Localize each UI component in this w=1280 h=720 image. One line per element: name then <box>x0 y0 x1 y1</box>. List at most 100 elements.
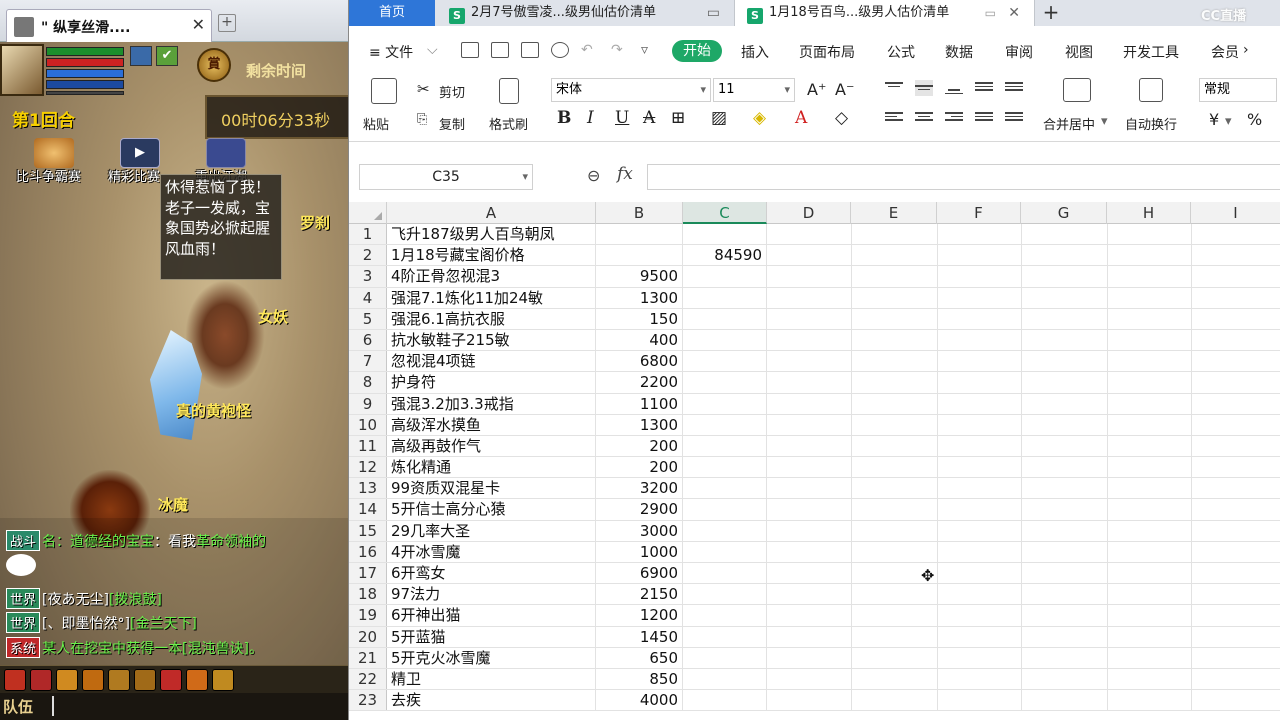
menu-dev-tools[interactable]: 开发工具 <box>1123 42 1179 62</box>
format-painter-button[interactable]: 格式刷 <box>489 114 528 133</box>
row-header[interactable]: 21 <box>349 647 387 668</box>
row-header[interactable]: 6 <box>349 329 387 351</box>
row-header[interactable]: 11 <box>349 435 387 457</box>
chat-input-caret[interactable] <box>52 696 54 716</box>
cell-price[interactable]: 9500 <box>596 266 683 287</box>
row-header[interactable]: 18 <box>349 584 387 605</box>
cell-item-name[interactable]: 高级浑水摸鱼 <box>387 414 596 435</box>
italic-button[interactable]: I <box>587 108 594 128</box>
cell-total[interactable] <box>683 287 767 308</box>
cell-price[interactable] <box>596 245 683 266</box>
row-header[interactable]: 20 <box>349 626 387 647</box>
hotbar-slot-icon[interactable] <box>160 669 182 691</box>
check-icon[interactable]: ✔ <box>156 46 178 66</box>
eraser-icon[interactable]: ◇ <box>835 108 848 128</box>
row-header[interactable]: 13 <box>349 478 387 499</box>
cell-item-name[interactable]: 1月18号藏宝阁价格 <box>387 245 596 266</box>
emoji-icon[interactable] <box>6 554 36 576</box>
cell-total[interactable] <box>683 647 767 668</box>
menu-data[interactable]: 数据 <box>945 42 973 62</box>
chevron-down-icon[interactable]: ▾ <box>1101 114 1108 129</box>
row-header[interactable]: 22 <box>349 668 387 690</box>
chat-text[interactable]: [夜あ无尘] <box>42 592 109 608</box>
row-header[interactable]: 12 <box>349 457 387 478</box>
cell-item-name[interactable]: 去疾 <box>387 690 596 711</box>
row-header[interactable]: 5 <box>349 308 387 329</box>
cell-item-name[interactable]: 护身符 <box>387 372 596 393</box>
chevron-down-icon[interactable]: ▾ <box>1225 114 1232 129</box>
cell-price[interactable]: 2200 <box>596 372 683 393</box>
grow-font-button[interactable]: A⁺ <box>807 80 826 99</box>
cell-item-name[interactable]: 99资质双混星卡 <box>387 478 596 499</box>
cell-price[interactable]: 1000 <box>596 541 683 562</box>
cell-total[interactable] <box>683 668 767 690</box>
cell-total[interactable] <box>683 351 767 372</box>
name-box[interactable]: C35 <box>359 164 533 190</box>
cell-total[interactable] <box>683 605 767 626</box>
npc-name[interactable]: 女妖 <box>258 306 288 327</box>
browser-tab[interactable]: " 纵享丝滑.... ✕ <box>6 9 212 42</box>
cell-total[interactable]: 84590 <box>683 245 767 266</box>
justify-icon[interactable] <box>975 110 993 126</box>
formula-input[interactable] <box>647 164 1280 190</box>
hotbar-slot-icon[interactable] <box>108 669 130 691</box>
copy-icon[interactable]: ⎘ <box>417 112 427 127</box>
align-middle-icon[interactable] <box>915 80 933 96</box>
align-top-icon[interactable] <box>885 80 903 96</box>
chat-highlight[interactable]: [拨浪鼓] <box>109 592 162 608</box>
cell-item-name[interactable]: 4开冰雪魔 <box>387 541 596 562</box>
column-header[interactable]: I <box>1191 202 1280 224</box>
hotbar-slot-icon[interactable] <box>212 669 234 691</box>
percent-button[interactable]: % <box>1247 110 1262 129</box>
cell-item-name[interactable]: 精卫 <box>387 668 596 690</box>
cell-item-name[interactable]: 97法力 <box>387 584 596 605</box>
cell-item-name[interactable]: 强混6.1高抗衣服 <box>387 308 596 329</box>
row-header[interactable]: 15 <box>349 520 387 541</box>
row-header[interactable]: 8 <box>349 372 387 393</box>
cell-price[interactable]: 1450 <box>596 626 683 647</box>
underline-button[interactable]: U <box>615 108 629 128</box>
npc-name[interactable]: 冰魔 <box>158 494 188 515</box>
merge-cells-icon[interactable] <box>1063 78 1091 102</box>
merge-center-button[interactable]: 合并居中 <box>1043 114 1095 133</box>
cell-total[interactable] <box>683 435 767 457</box>
document-tab-active[interactable]: S 1月18号百鸟...级男人估价清单 ▭ ✕ <box>735 0 1035 26</box>
cell-price[interactable]: 3000 <box>596 520 683 541</box>
column-header[interactable]: B <box>596 202 683 224</box>
indent-decrease-icon[interactable] <box>975 80 993 96</box>
cell-total[interactable] <box>683 626 767 647</box>
print-icon[interactable] <box>521 42 539 58</box>
cell-item-name[interactable]: 6开鸾女 <box>387 563 596 584</box>
cell-price[interactable]: 4000 <box>596 690 683 711</box>
cell-item-name[interactable]: 抗水敏鞋子215敏 <box>387 329 596 351</box>
npc-name[interactable]: 真的黄袍怪 <box>176 400 251 421</box>
align-left-icon[interactable] <box>885 110 903 126</box>
paste-icon[interactable] <box>371 78 397 104</box>
cell-item-name[interactable]: 忽视混4项链 <box>387 351 596 372</box>
chevron-down-icon[interactable]: ⌵ <box>427 42 438 58</box>
font-size-select[interactable]: 11 <box>713 78 795 102</box>
cell-price[interactable]: 400 <box>596 329 683 351</box>
row-header[interactable]: 16 <box>349 541 387 562</box>
chat-highlight[interactable]: [混沌兽诀]。 <box>182 641 263 657</box>
team-label[interactable]: 队伍 <box>3 696 33 717</box>
cell-price[interactable]: 6800 <box>596 351 683 372</box>
chevron-down-icon[interactable]: ▿ <box>641 42 648 58</box>
home-tab[interactable]: 首页 <box>349 0 435 26</box>
cell-price[interactable]: 850 <box>596 668 683 690</box>
menu-insert[interactable]: 插入 <box>741 42 769 62</box>
cell-total[interactable] <box>683 457 767 478</box>
hotbar-slot-icon[interactable] <box>82 669 104 691</box>
row-header[interactable]: 1 <box>349 224 387 245</box>
chat-speaker[interactable]: 道德经的宝宝 <box>70 534 154 550</box>
strikethrough-button[interactable]: A <box>643 108 655 128</box>
cell-total[interactable] <box>683 520 767 541</box>
row-header[interactable]: 3 <box>349 266 387 287</box>
row-header[interactable]: 17 <box>349 563 387 584</box>
cell-price[interactable]: 150 <box>596 308 683 329</box>
row-header[interactable]: 10 <box>349 414 387 435</box>
chevron-right-icon[interactable]: › <box>1243 42 1249 58</box>
align-right-icon[interactable] <box>945 110 963 126</box>
row-header[interactable]: 14 <box>349 499 387 520</box>
cut-button[interactable]: 剪切 <box>439 82 465 101</box>
